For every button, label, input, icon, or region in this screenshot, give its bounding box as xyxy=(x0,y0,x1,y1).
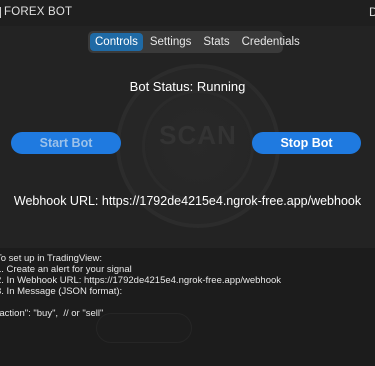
tab-bar: Controls Settings Stats Credentials xyxy=(88,31,300,53)
ghost-button xyxy=(204,313,290,343)
instructions-textbox[interactable]: To set up in TradingView: 1. Create an a… xyxy=(0,248,375,366)
tab-credentials[interactable]: Credentials xyxy=(237,33,305,51)
tab-stats[interactable]: Stats xyxy=(198,33,234,51)
stop-bot-button[interactable]: Stop Bot xyxy=(252,132,361,154)
tab-settings[interactable]: Settings xyxy=(145,33,197,51)
instruction-line: To set up in TradingView: xyxy=(0,253,102,264)
instruction-line: 1. Create an alert for your signal xyxy=(0,264,132,275)
start-bot-button[interactable]: Start Bot xyxy=(11,132,121,154)
title-bar: FOREX BOT D xyxy=(0,0,375,26)
ghost-button xyxy=(96,313,192,343)
webhook-url: Webhook URL: https://1792de4215e4.ngrok-… xyxy=(13,194,362,208)
instruction-line: 2. In Webhook URL: https://1792de4215e4.… xyxy=(0,275,282,286)
tab-controls[interactable]: Controls xyxy=(90,33,143,51)
window-title: FOREX BOT xyxy=(4,6,73,18)
app-icon xyxy=(0,7,1,18)
controls-panel: SCAN Bot Status: Running Start Bot Stop … xyxy=(0,56,375,248)
instruction-line: "action": "buy", // or "sell" xyxy=(0,308,104,319)
instruction-line: 3. In Message (JSON format): xyxy=(0,286,123,297)
bot-status: Bot Status: Running xyxy=(129,79,246,94)
window-control-button[interactable]: D xyxy=(369,5,375,19)
